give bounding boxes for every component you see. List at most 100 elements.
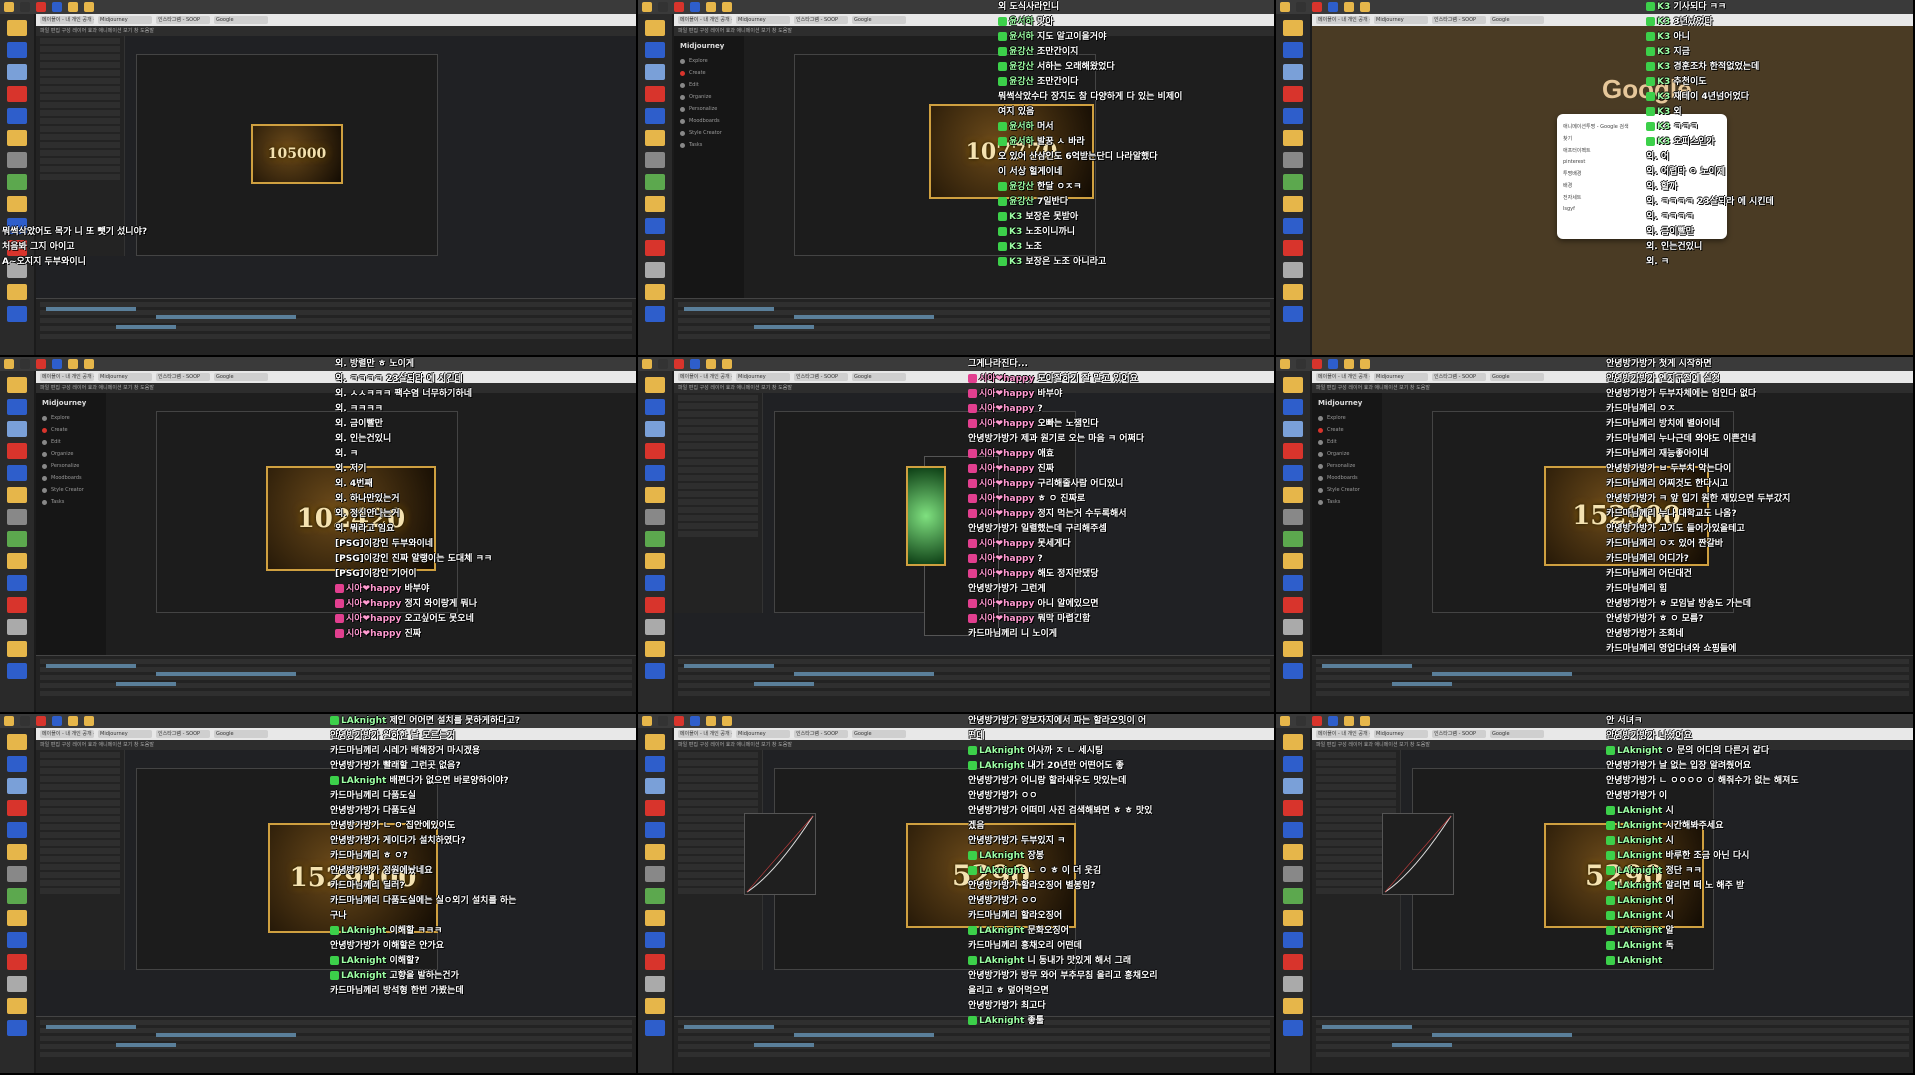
sidebar-item-create[interactable]: Create bbox=[42, 427, 100, 433]
taskbar-app-icon[interactable] bbox=[674, 359, 684, 369]
desktop-shortcut-icon[interactable] bbox=[1283, 641, 1303, 657]
project-item[interactable] bbox=[678, 776, 758, 782]
taskbar-app-icon[interactable] bbox=[722, 359, 732, 369]
sidebar-item-edit[interactable]: Edit bbox=[1318, 439, 1376, 445]
browser-tab[interactable]: 메이플이 - 내 개인 공개 · SOOP bbox=[1316, 730, 1370, 738]
project-item[interactable] bbox=[40, 166, 120, 172]
timeline-clip[interactable] bbox=[754, 1043, 814, 1047]
project-item[interactable] bbox=[678, 419, 758, 425]
project-item[interactable] bbox=[1316, 792, 1396, 798]
desktop-shortcut-icon[interactable] bbox=[7, 64, 27, 80]
taskbar-app-icon[interactable] bbox=[706, 359, 716, 369]
project-item[interactable] bbox=[678, 443, 758, 449]
desktop-shortcut-icon[interactable] bbox=[7, 20, 27, 36]
sidebar-item-style-creator[interactable]: Style Creator bbox=[680, 130, 738, 136]
taskbar-app-icon[interactable] bbox=[1296, 716, 1306, 726]
desktop-shortcut-icon[interactable] bbox=[645, 487, 665, 503]
desktop-shortcut-icon[interactable] bbox=[7, 399, 27, 415]
project-item[interactable] bbox=[678, 768, 758, 774]
project-item[interactable] bbox=[678, 403, 758, 409]
taskbar-app-icon[interactable] bbox=[690, 359, 700, 369]
desktop-shortcut-icon[interactable] bbox=[7, 1020, 27, 1036]
timeline-clip[interactable] bbox=[684, 307, 774, 311]
project-item[interactable] bbox=[1316, 760, 1396, 766]
project-item[interactable] bbox=[678, 792, 758, 798]
browser-tab[interactable]: 인스타그램 - SOOP bbox=[1432, 730, 1486, 738]
taskbar-app-icon[interactable] bbox=[1312, 359, 1322, 369]
project-item[interactable] bbox=[40, 888, 120, 894]
browser-tab[interactable]: 인스타그램 - SOOP bbox=[1432, 373, 1486, 381]
desktop-shortcut-icon[interactable] bbox=[7, 553, 27, 569]
desktop-shortcut-icon[interactable] bbox=[7, 822, 27, 838]
desktop-shortcut-icon[interactable] bbox=[1283, 465, 1303, 481]
project-item[interactable] bbox=[40, 86, 120, 92]
taskbar-app-icon[interactable] bbox=[68, 2, 78, 12]
sidebar-item-style-creator[interactable]: Style Creator bbox=[1318, 487, 1376, 493]
desktop-shortcut-icon[interactable] bbox=[1283, 597, 1303, 613]
browser-tab[interactable]: 메이플이 - 내 개인 공개 · SOOP bbox=[678, 16, 732, 24]
timeline-clip[interactable] bbox=[1432, 672, 1572, 676]
desktop-shortcut-icon[interactable] bbox=[1283, 954, 1303, 970]
browser-tab[interactable]: Midjourney bbox=[1374, 730, 1428, 738]
desktop-shortcut-icon[interactable] bbox=[645, 998, 665, 1014]
taskbar-app-icon[interactable] bbox=[722, 716, 732, 726]
browser-tab[interactable]: Google bbox=[852, 730, 906, 738]
taskbar-app-icon[interactable] bbox=[674, 716, 684, 726]
sidebar-item-tasks[interactable]: Tasks bbox=[680, 142, 738, 148]
desktop-shortcut-icon[interactable] bbox=[1283, 42, 1303, 58]
project-item[interactable] bbox=[40, 816, 120, 822]
desktop-shortcut-icon[interactable] bbox=[1283, 932, 1303, 948]
desktop-shortcut-icon[interactable] bbox=[7, 487, 27, 503]
desktop-shortcut-icon[interactable] bbox=[645, 575, 665, 591]
desktop-shortcut-icon[interactable] bbox=[645, 641, 665, 657]
project-item[interactable] bbox=[678, 483, 758, 489]
desktop-shortcut-icon[interactable] bbox=[1283, 822, 1303, 838]
taskbar-app-icon[interactable] bbox=[642, 2, 652, 12]
sidebar-item-edit[interactable]: Edit bbox=[680, 82, 738, 88]
timeline-clip[interactable] bbox=[1322, 664, 1412, 668]
browser-tab[interactable]: Midjourney bbox=[736, 16, 790, 24]
desktop-shortcut-icon[interactable] bbox=[1283, 778, 1303, 794]
desktop-shortcut-icon[interactable] bbox=[1283, 218, 1303, 234]
sidebar-item-moodboards[interactable]: Moodboards bbox=[42, 475, 100, 481]
browser-tab[interactable]: Midjourney bbox=[1374, 16, 1428, 24]
browser-tab[interactable]: 인스타그램 - SOOP bbox=[794, 373, 848, 381]
desktop-shortcut-icon[interactable] bbox=[645, 866, 665, 882]
desktop-shortcut-icon[interactable] bbox=[1283, 399, 1303, 415]
browser-tab[interactable]: Google bbox=[1490, 730, 1544, 738]
desktop-shortcut-icon[interactable] bbox=[645, 822, 665, 838]
desktop-shortcut-icon[interactable] bbox=[7, 421, 27, 437]
taskbar-app-icon[interactable] bbox=[1312, 2, 1322, 12]
browser-tab[interactable]: 메이플이 - 내 개인 공개 · SOOP bbox=[678, 373, 732, 381]
desktop-shortcut-icon[interactable] bbox=[7, 910, 27, 926]
taskbar-app-icon[interactable] bbox=[1296, 359, 1306, 369]
desktop-shortcut-icon[interactable] bbox=[645, 509, 665, 525]
project-item[interactable] bbox=[1316, 800, 1396, 806]
taskbar-app-icon[interactable] bbox=[642, 359, 652, 369]
project-item[interactable] bbox=[678, 752, 758, 758]
project-item[interactable] bbox=[40, 118, 120, 124]
desktop-shortcut-icon[interactable] bbox=[645, 306, 665, 322]
taskbar-app-icon[interactable] bbox=[1328, 2, 1338, 12]
desktop-shortcut-icon[interactable] bbox=[645, 888, 665, 904]
project-item[interactable] bbox=[678, 459, 758, 465]
project-item[interactable] bbox=[40, 880, 120, 886]
sidebar-item-edit[interactable]: Edit bbox=[42, 439, 100, 445]
desktop-shortcut-icon[interactable] bbox=[7, 465, 27, 481]
desktop-shortcut-icon[interactable] bbox=[645, 531, 665, 547]
project-item[interactable] bbox=[40, 126, 120, 132]
desktop-shortcut-icon[interactable] bbox=[7, 756, 27, 772]
project-item[interactable] bbox=[40, 94, 120, 100]
browser-tab[interactable]: Google bbox=[1490, 373, 1544, 381]
project-item[interactable] bbox=[678, 800, 758, 806]
curves-graph[interactable] bbox=[1382, 813, 1454, 895]
browser-tab[interactable]: Midjourney bbox=[98, 730, 152, 738]
sidebar-item-style-creator[interactable]: Style Creator bbox=[42, 487, 100, 493]
project-item[interactable] bbox=[40, 752, 120, 758]
taskbar-app-icon[interactable] bbox=[1360, 2, 1370, 12]
timeline-clip[interactable] bbox=[46, 664, 136, 668]
desktop-shortcut-icon[interactable] bbox=[1283, 998, 1303, 1014]
project-item[interactable] bbox=[40, 174, 120, 180]
curve-line[interactable] bbox=[745, 814, 815, 894]
browser-tab[interactable]: Midjourney bbox=[736, 730, 790, 738]
